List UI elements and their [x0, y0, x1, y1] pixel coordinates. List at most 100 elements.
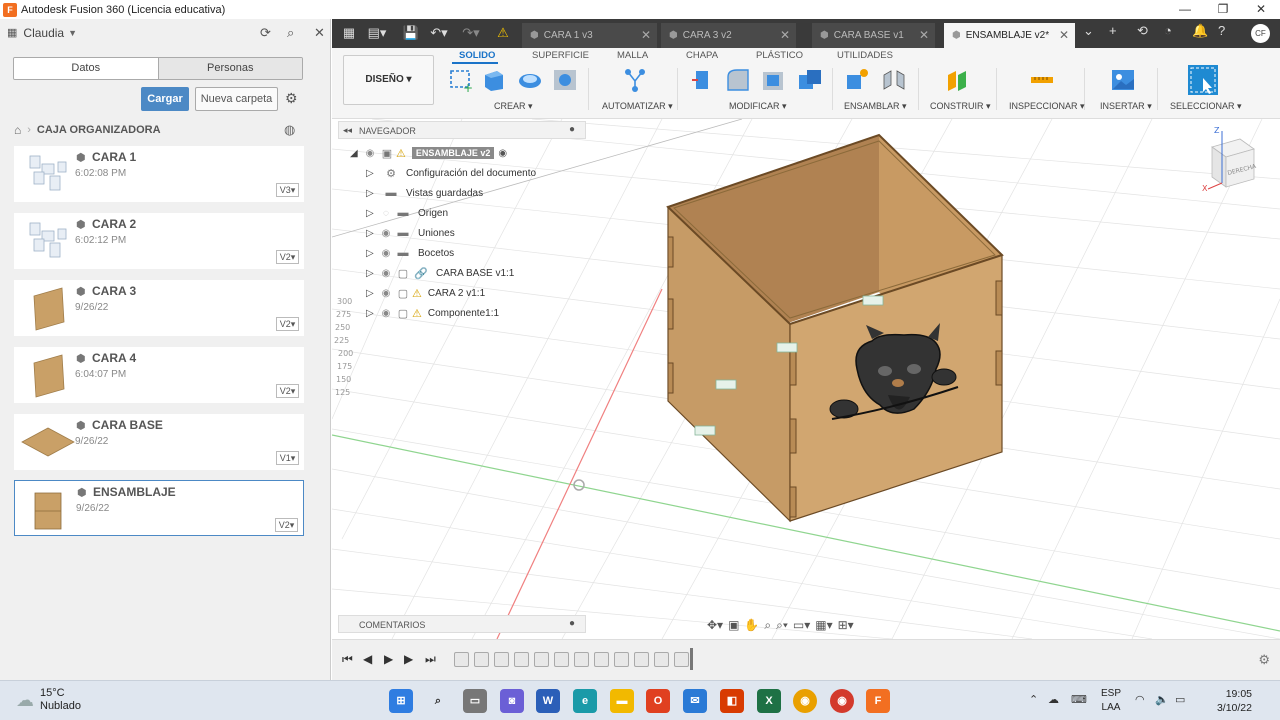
combine-icon[interactable] — [797, 67, 823, 93]
search-icon[interactable]: ⌕ — [426, 689, 450, 713]
tree-item[interactable]: ▷ ⚙ Configuración del documento — [366, 163, 536, 183]
extrude-icon[interactable] — [481, 67, 507, 93]
apps-grid-icon[interactable]: ▦ — [338, 25, 360, 41]
tree-item[interactable]: ▷ ◌ ▬ Origen — [366, 203, 448, 223]
revolve-icon[interactable] — [517, 67, 543, 93]
step-back-icon[interactable]: ◀ — [363, 652, 372, 666]
redo-icon[interactable]: ↷▾ — [460, 25, 482, 41]
create-sketch-icon[interactable]: + — [448, 67, 474, 93]
project-settings-icon[interactable]: ◍ — [284, 122, 295, 138]
mail-icon[interactable]: ✉ — [683, 689, 707, 713]
automate-icon[interactable] — [622, 67, 648, 93]
tree-item[interactable]: ▷ ◉ ▢ ⚠ Componente1:1 — [366, 303, 499, 323]
new-tab-icon[interactable]: + — [1109, 23, 1117, 38]
expand-icon[interactable]: ▷ — [366, 228, 378, 239]
new-component-icon[interactable] — [844, 67, 870, 93]
tab-solido[interactable]: SOLIDO — [459, 50, 495, 61]
pin-icon[interactable]: ● — [569, 124, 575, 135]
shell-icon[interactable] — [760, 67, 786, 93]
pan-icon[interactable]: ✋ — [744, 618, 759, 632]
view-cube[interactable]: DERECHA Z X — [1202, 123, 1272, 193]
minimize-icon[interactable]: — — [1166, 0, 1204, 19]
hole-icon[interactable] — [552, 67, 578, 93]
wifi-icon[interactable]: ◠ — [1135, 693, 1145, 706]
extensions-icon[interactable]: ⟲ — [1137, 23, 1148, 39]
timeline-feature[interactable] — [454, 652, 469, 667]
new-folder-button[interactable]: Nueva carpeta — [195, 87, 278, 111]
file-card[interactable]: ⬢ CARA 2 6:02:12 PM V2▾ — [14, 213, 304, 269]
chrome-icon[interactable]: ◉ — [793, 689, 817, 713]
group-construct[interactable]: CONSTRUIR ▾ — [930, 101, 991, 112]
breadcrumb-folder[interactable]: CAJA ORGANIZADORA — [37, 124, 161, 136]
onedrive-icon[interactable]: ☁ — [1048, 693, 1059, 706]
timeline-marker[interactable] — [690, 648, 693, 670]
timeline-feature[interactable] — [654, 652, 669, 667]
expand-icon[interactable]: ▷ — [366, 308, 378, 319]
tab-superficie[interactable]: SUPERFICIE — [532, 50, 589, 61]
timeline-feature[interactable] — [674, 652, 689, 667]
tab-malla[interactable]: MALLA — [617, 50, 648, 61]
group-automate[interactable]: AUTOMATIZAR ▾ — [602, 101, 673, 112]
tree-item[interactable]: ▷ ◉ ▢ 🔗 CARA BASE v1:1 — [366, 263, 514, 283]
eye-icon[interactable]: ◉ — [378, 308, 394, 319]
clock[interactable]: 19:05 3/10/22 — [1217, 687, 1252, 715]
eye-icon[interactable]: ◉ — [378, 268, 394, 279]
notifications-icon[interactable]: 🔔 — [1192, 23, 1208, 39]
viewports-icon[interactable]: ⊞▾ — [838, 618, 854, 632]
volume-icon[interactable]: 🔈 — [1155, 693, 1169, 706]
timeline-feature[interactable] — [634, 652, 649, 667]
version-dropdown[interactable]: V3▾ — [276, 183, 299, 197]
close-tab-icon[interactable]: ✕ — [1059, 28, 1069, 42]
expand-icon[interactable]: ▷ — [366, 168, 378, 179]
eye-hidden-icon[interactable]: ◌ — [378, 208, 394, 219]
search-icon[interactable]: ⌕ — [287, 25, 294, 41]
tab-plastico[interactable]: PLÁSTICO — [756, 50, 803, 61]
doc-tab-active[interactable]: ⬢ ENSAMBLAJE v2* ✕ — [944, 23, 1075, 48]
save-icon[interactable]: 💾 — [400, 25, 422, 41]
tree-item[interactable]: ▷ ◉ ▬ Uniones — [366, 223, 455, 243]
user-name[interactable]: Claudia — [23, 26, 64, 40]
wooden-box-model[interactable] — [666, 133, 1004, 523]
version-dropdown[interactable]: V1▾ — [276, 451, 299, 465]
tab-chapa[interactable]: CHAPA — [686, 50, 718, 61]
teams-icon[interactable]: ◙ — [500, 689, 524, 713]
group-create[interactable]: CREAR ▾ — [494, 101, 533, 112]
select-icon[interactable] — [1187, 64, 1219, 96]
tree-item[interactable]: ▷ ◉ ▢ ⚠ CARA 2 v1:1 — [366, 283, 485, 303]
task-view-icon[interactable]: ▭ — [463, 689, 487, 713]
joint-icon[interactable] — [881, 67, 907, 93]
file-menu-icon[interactable]: ▤▾ — [366, 25, 388, 41]
tree-item[interactable]: ▷ ▬ Vistas guardadas — [366, 183, 483, 203]
office-store-icon[interactable]: ◧ — [720, 689, 744, 713]
play-icon[interactable]: ▶ — [384, 652, 393, 666]
timeline-settings-icon[interactable]: ⚙ — [1258, 652, 1270, 668]
tab-datos[interactable]: Datos — [14, 58, 158, 79]
zoom-window-icon[interactable]: ⌕▾ — [776, 618, 788, 633]
group-inspect[interactable]: INSPECCIONAR ▾ — [1009, 101, 1085, 112]
timeline-feature[interactable] — [474, 652, 489, 667]
comments-panel[interactable]: COMENTARIOS ● — [338, 615, 586, 633]
maximize-icon[interactable]: ❐ — [1204, 0, 1242, 19]
tree-root[interactable]: ◢ ◉ ▣ ⚠ ENSAMBLAJE v2 ◉ — [350, 143, 507, 163]
measure-icon[interactable] — [1029, 67, 1055, 93]
timeline-feature[interactable] — [534, 652, 549, 667]
edge-icon[interactable]: e — [573, 689, 597, 713]
warning-icon[interactable]: ⚠ — [492, 25, 514, 41]
home-icon[interactable]: ⌂ — [14, 123, 21, 137]
upload-button[interactable]: Cargar — [141, 87, 189, 111]
keyboard-icon[interactable]: ⌨ — [1071, 693, 1087, 706]
orbit-icon[interactable]: ✥▾ — [707, 618, 723, 632]
timeline-feature[interactable] — [514, 652, 529, 667]
eye-icon[interactable]: ◉ — [378, 228, 394, 239]
close-icon[interactable]: ✕ — [1242, 0, 1280, 19]
zoom-icon[interactable]: ⌕ — [764, 618, 771, 633]
expand-down-icon[interactable]: ◢ — [350, 148, 362, 159]
expand-icon[interactable]: ▷ — [366, 268, 378, 279]
tab-personas[interactable]: Personas — [157, 58, 302, 79]
chevron-down-icon[interactable]: ⌄ — [1083, 23, 1094, 39]
timeline-feature[interactable] — [494, 652, 509, 667]
close-tab-icon[interactable]: ✕ — [641, 28, 651, 42]
battery-icon[interactable]: ▭ — [1175, 693, 1185, 706]
workspace-dropdown[interactable]: DISEÑO ▾ — [343, 55, 434, 105]
expand-icon[interactable]: ▷ — [366, 248, 378, 259]
